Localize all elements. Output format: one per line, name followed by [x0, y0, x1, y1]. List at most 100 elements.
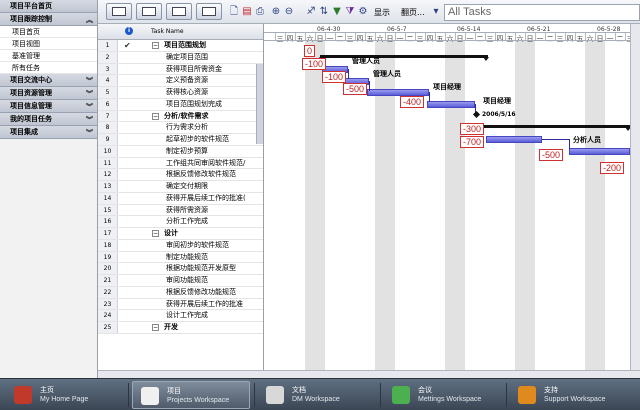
milestone-marker[interactable]	[472, 110, 481, 119]
workspace-support-button[interactable]: 支持 Support Workspace	[510, 381, 628, 409]
find-icon[interactable]: ♐	[305, 6, 317, 18]
table-row[interactable]: 13 确定交付期限	[98, 181, 263, 193]
table-row[interactable]: 3 获得项目所需资金	[98, 63, 263, 76]
task-bar[interactable]	[427, 101, 475, 108]
table-row[interactable]: 4 定义预备资源	[98, 75, 263, 87]
day-label: 五	[366, 35, 374, 43]
table-row[interactable]: 12 根据反馈修改软件规范	[98, 169, 263, 181]
day-label: 四	[286, 35, 294, 43]
day-label: 三	[416, 35, 424, 43]
chevron-down-icon[interactable]: ▾	[430, 6, 442, 18]
workspace-dm-button[interactable]: 文档 DM Workspace	[258, 381, 376, 409]
table-row[interactable]: 20 根据功能规范开发原型	[98, 263, 263, 275]
sidebar-section-my-tasks[interactable]: 我的项目任务 ︾	[0, 113, 97, 126]
table-row[interactable]: 22 根据反馈修改功能规范	[98, 286, 263, 299]
day-label: 二	[406, 35, 414, 43]
view-calendar-button[interactable]	[166, 3, 192, 20]
row-number: 20	[98, 263, 118, 274]
sidebar-item-project-home[interactable]: 项目首页	[0, 26, 97, 38]
task-bar[interactable]	[486, 136, 542, 143]
sidebar-item-project-view[interactable]: 项目视图	[0, 38, 97, 50]
table-row[interactable]: 15 获得所需资源	[98, 204, 263, 217]
vertical-scrollbar[interactable]	[256, 64, 263, 144]
sidebar-item-baseline[interactable]: 基准管理	[0, 50, 97, 62]
table-row[interactable]: 18 审阅初步的软件规范	[98, 239, 263, 252]
print-icon[interactable]: ⎙	[254, 6, 266, 18]
task-filter-select[interactable]: All Tasks	[444, 4, 640, 21]
summary-bar[interactable]	[319, 55, 489, 61]
collapse-toggle-icon[interactable]: −	[152, 324, 159, 331]
settings-icon[interactable]: ⚙	[357, 6, 369, 18]
filter-icon[interactable]: ▼	[331, 6, 343, 18]
chevron-down-icon[interactable]: ︾	[86, 128, 93, 138]
table-row[interactable]: 17 − 设计	[98, 228, 263, 240]
task-name: 设计	[164, 229, 178, 237]
zoom-out-icon[interactable]: ⊖	[283, 6, 295, 18]
zoom-in-icon[interactable]: ⊕	[270, 6, 282, 18]
task-name: 根据功能规范开发原型	[166, 264, 236, 273]
table-row[interactable]: 23 获得开展后续工作的批准	[98, 298, 263, 311]
table-row[interactable]: 6 项目范围规划完成	[98, 98, 263, 111]
weekend-shade	[585, 40, 595, 370]
day-separator	[435, 32, 436, 40]
task-bar[interactable]	[569, 148, 630, 155]
table-row[interactable]: 5 获得核心资源	[98, 87, 263, 99]
sidebar-section-tracking[interactable]: 项目跟踪控制 ︽	[0, 13, 97, 26]
table-row[interactable]: 2 确定项目范围	[98, 51, 263, 64]
sidebar-section-integration[interactable]: 项目集成 ︾	[0, 126, 97, 139]
view-gantt-button[interactable]	[136, 3, 162, 20]
day-label: 一	[536, 35, 544, 43]
horizontal-scrollbar[interactable]	[98, 370, 640, 378]
chevron-up-icon[interactable]: ︽	[86, 15, 93, 25]
filter-edit-icon[interactable]: ⧩	[344, 6, 356, 18]
sidebar-section-resources[interactable]: 项目资源管理 ︾	[0, 87, 97, 100]
workspace-home-button[interactable]: 主页 My Home Page	[6, 381, 124, 409]
pdf-icon[interactable]: ▤	[241, 6, 253, 18]
chevron-down-icon[interactable]: ︾	[86, 76, 93, 86]
chevron-down-icon[interactable]: ︾	[86, 115, 93, 125]
collapse-toggle-icon[interactable]: −	[152, 42, 159, 49]
table-row[interactable]: 25 − 开发	[98, 322, 263, 334]
table-row[interactable]: 10 制定初步预算	[98, 145, 263, 158]
table-row[interactable]: 9 起草初步的软件规范	[98, 134, 263, 146]
sidebar-home-link[interactable]: 项目平台首页	[0, 0, 97, 13]
table-row[interactable]: 24 设计工作完成	[98, 310, 263, 322]
task-name: 分析工作完成	[166, 217, 208, 226]
task-name: 起草初步的软件规范	[166, 135, 229, 143]
sidebar-item-all-tasks[interactable]: 所有任务	[0, 62, 97, 74]
sidebar-item-label: 项目首页	[12, 27, 40, 36]
page-button[interactable]: 翻页...	[401, 7, 425, 18]
day-label: 日	[456, 35, 464, 43]
calendar-view-icon	[172, 7, 186, 16]
new-page-icon[interactable]: 🗋	[228, 6, 240, 18]
day-separator	[345, 32, 346, 40]
table-row[interactable]: 16 分析工作完成	[98, 216, 263, 228]
task-name: 获得开展后续工作的批准	[166, 299, 243, 308]
table-row[interactable]: 19 制定功能规范	[98, 251, 263, 264]
chevron-down-icon[interactable]: ︾	[86, 89, 93, 99]
collapse-toggle-icon[interactable]: −	[152, 230, 159, 237]
table-row[interactable]: 21 审阅功能规范	[98, 275, 263, 287]
sort-icon[interactable]: ⇅	[318, 6, 330, 18]
table-row[interactable]: 8 行为需求分析	[98, 122, 263, 134]
table-row[interactable]: 11 工作组共同审阅软件规范/	[98, 157, 263, 170]
workspace-meetings-button[interactable]: 会议 Mettings Workspace	[384, 381, 502, 409]
sidebar-section-communication[interactable]: 项目交流中心 ︾	[0, 74, 97, 87]
vertical-scrollbar[interactable]	[630, 24, 640, 370]
collapse-toggle-icon[interactable]: −	[152, 112, 159, 120]
view-grid-button[interactable]	[106, 3, 132, 20]
summary-bar[interactable]	[463, 125, 630, 131]
view-resource-button[interactable]	[196, 3, 222, 20]
sidebar-section-info[interactable]: 项目信息管理 ︾	[0, 100, 97, 113]
show-button[interactable]: 显示	[374, 7, 390, 18]
chevron-down-icon[interactable]: ︾	[86, 102, 93, 112]
task-bar[interactable]	[367, 89, 429, 96]
workspace-projects-button[interactable]: 项目 Projects Workspace	[132, 381, 250, 409]
timescale-divider	[264, 40, 630, 41]
table-row[interactable]: 14 获得开展后续工作的批准(	[98, 192, 263, 205]
day-label: 二	[476, 35, 484, 43]
task-name-column-header[interactable]: Task Name	[151, 28, 184, 35]
table-row[interactable]: 1 ✔ − 项目范围规划	[98, 40, 263, 52]
table-row[interactable]: 7 − 分析/软件需求	[98, 110, 263, 123]
day-separator	[425, 32, 426, 40]
